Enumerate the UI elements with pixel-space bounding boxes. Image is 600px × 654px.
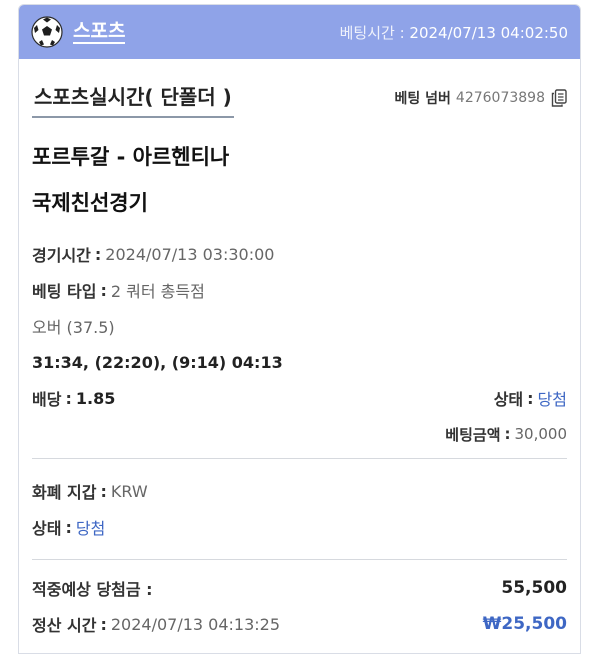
bet-number-label: 베팅 넘버 <box>394 91 451 107</box>
bet-type-title: 스포츠실시간( 단폴더 ) <box>32 81 234 118</box>
game-time-label: 경기시간 <box>32 246 91 265</box>
wallet-status-label: 상태 <box>32 519 62 538</box>
odds-label: 배당 <box>32 390 62 409</box>
expected-payout-value: 55,500 <box>501 578 567 598</box>
wallet-section: 화폐 지갑 : KRW 상태 : 당첨 <box>32 473 567 545</box>
wallet-status-row: 상태 : 당첨 <box>32 509 567 545</box>
bet-time-value: 2024/07/13 04:02:50 <box>409 23 568 42</box>
payout-section: 적중예상 당첨금 : 55,500 정산 시간 : 2024/07/13 04:… <box>32 570 567 642</box>
game-time-value: 2024/07/13 03:30:00 <box>105 244 275 264</box>
expected-payout-row: 적중예상 당첨금 : 55,500 <box>32 570 567 606</box>
status: 상태 : 당첨 <box>494 386 567 410</box>
bet-amount-row: 베팅금액 : 30,000 <box>32 416 567 452</box>
bet-number: 베팅 넘버 4276073898 <box>395 88 567 108</box>
bet-slip-card: 스포츠 베팅시간 : 2024/07/13 04:02:50 스포츠실시간( 단… <box>18 4 581 654</box>
copy-icon[interactable] <box>551 89 567 107</box>
bet-number-value: 4276073898 <box>455 90 545 106</box>
bet-amount-label: 베팅금액 <box>445 425 501 444</box>
expected-payout-label: 적중예상 당첨금 : <box>32 580 153 599</box>
sport-tab-label[interactable]: 스포츠 <box>73 20 126 44</box>
status-value: 당첨 <box>537 390 567 409</box>
settle-row: 정산 시간 : 2024/07/13 04:13:25 ₩25,500 <box>32 614 567 635</box>
bet-amount-value: 30,000 <box>514 425 568 443</box>
odds-status-row: 배당 : 1.85 상태 : 당첨 <box>32 380 567 416</box>
status-label: 상태 <box>493 390 524 409</box>
wallet-status-value: 당첨 <box>75 519 106 538</box>
selection-value: 오버 (37.5) <box>32 318 115 337</box>
bet-time-label: 베팅시간 <box>339 23 395 42</box>
bet-type-label: 베팅 타입 <box>32 282 97 301</box>
divider <box>32 458 567 459</box>
match-league: 국제친선경기 <box>32 191 148 215</box>
odds-value: 1.85 <box>75 388 116 408</box>
settle-label: 정산 시간 <box>32 616 97 635</box>
match-teams: 포르투갈 - 아르헨티나 <box>32 145 230 169</box>
score-value: 31:34, (22:20), (9:14) 04:13 <box>32 352 283 372</box>
settle-time-value: 2024/07/13 04:13:25 <box>110 614 281 634</box>
currency-label: 화폐 지갑 <box>32 483 97 502</box>
divider <box>32 559 567 560</box>
soccer-ball-icon <box>31 16 63 48</box>
currency-row: 화폐 지갑 : KRW <box>32 473 567 509</box>
score-row: 31:34, (22:20), (9:14) 04:13 <box>32 344 567 380</box>
bet-amount: 베팅금액 : 30,000 <box>445 425 568 444</box>
bet-type-value: 2 쿼터 총득점 <box>110 282 205 301</box>
settle-amount-value: ₩25,500 <box>482 614 567 634</box>
game-time-row: 경기시간 : 2024/07/13 03:30:00 <box>32 236 567 272</box>
bet-time: 베팅시간 : 2024/07/13 04:02:50 <box>339 23 568 42</box>
bet-details: 경기시간 : 2024/07/13 03:30:00 베팅 타입 : 2 쿼터 … <box>32 236 567 452</box>
currency-value: KRW <box>110 481 148 501</box>
bet-type-row: 베팅 타입 : 2 쿼터 총득점 <box>32 272 567 308</box>
selection-row: 오버 (37.5) <box>32 308 567 344</box>
sports-header: 스포츠 베팅시간 : 2024/07/13 04:02:50 <box>19 5 580 59</box>
